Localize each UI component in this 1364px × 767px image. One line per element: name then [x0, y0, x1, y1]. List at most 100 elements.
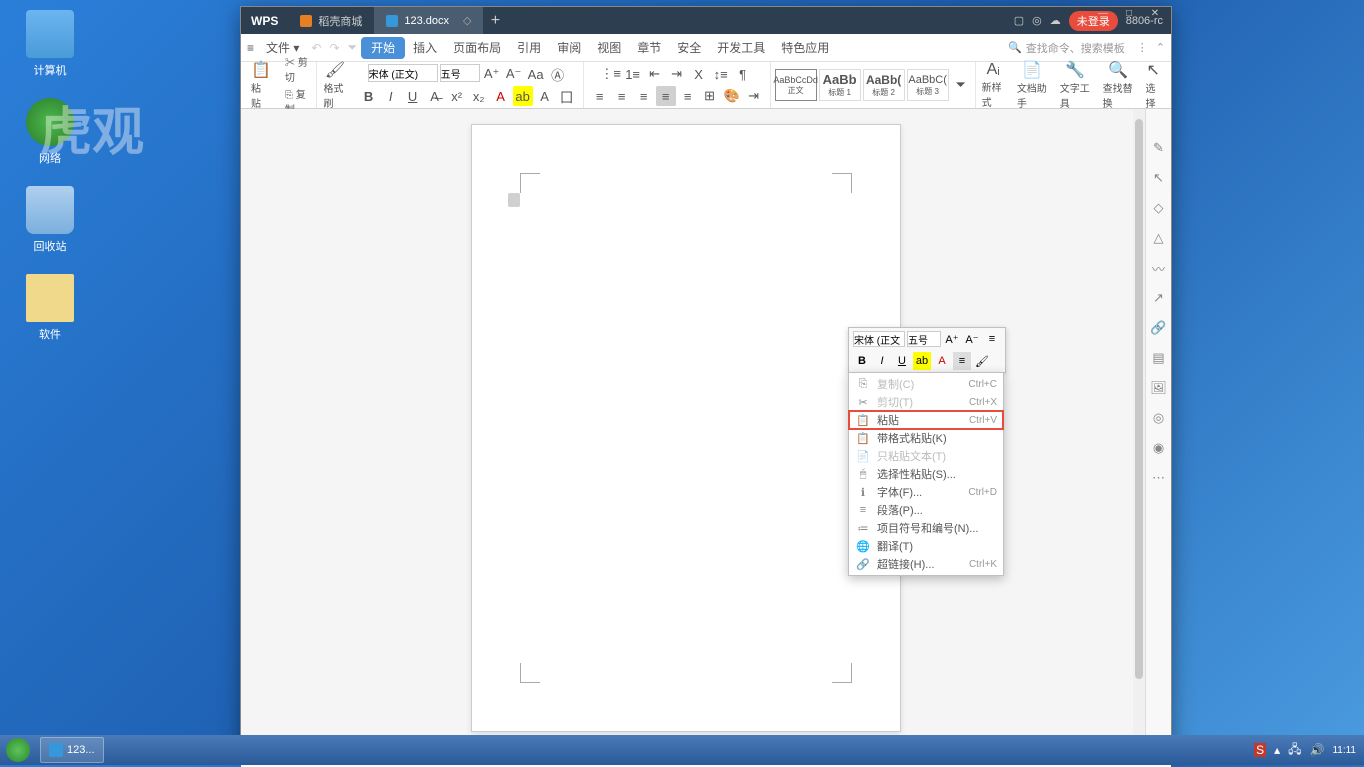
maximize-button[interactable]: □ [1117, 5, 1141, 21]
text-tools-button[interactable]: 🔧 文字工具 [1054, 62, 1097, 108]
qat-dropdown[interactable]: ⏷ [348, 40, 358, 55]
tray-volume-icon[interactable]: 🔊 [1310, 743, 1325, 757]
tray-clock[interactable]: 11:11 [1332, 745, 1356, 756]
align-left-button[interactable]: ≡ [590, 86, 610, 106]
paste-button[interactable]: 📋 粘贴 [245, 62, 277, 108]
menu-bullets-numbering[interactable]: ≔ 项目符号和编号(N)... [849, 519, 1003, 537]
styles-more-button[interactable]: ⏷ [951, 75, 971, 95]
redo-icon[interactable]: ↷ [329, 41, 339, 55]
underline-button[interactable]: U [403, 86, 423, 106]
menu-paste-special[interactable]: 🖱 选择性粘贴(S)... [849, 465, 1003, 483]
superscript-button[interactable]: x² [447, 86, 467, 106]
bullet-list-button[interactable]: ⋮≡ [601, 64, 621, 84]
taskbar-item-wps[interactable]: 123... [40, 737, 104, 763]
side-table-icon[interactable]: ▤ [1150, 349, 1168, 367]
tab-button[interactable]: ⇥ [744, 86, 764, 106]
mini-font-select[interactable] [853, 331, 905, 347]
menu-paragraph[interactable]: ≡ 段落(P)... [849, 501, 1003, 519]
ribbon-tab-featured[interactable]: 特色应用 [773, 34, 837, 62]
mini-underline[interactable]: U [893, 352, 911, 370]
distribute-button[interactable]: ≡ [678, 86, 698, 106]
align-justify-button[interactable]: ≡ [656, 86, 676, 106]
side-shape-icon[interactable]: ◇ [1150, 199, 1168, 217]
doc-helper-button[interactable]: 📄 文档助手 [1011, 62, 1054, 108]
mini-grow-font[interactable]: A⁺ [943, 330, 961, 348]
side-select-icon[interactable]: ↖ [1150, 169, 1168, 187]
select-button[interactable]: ↖ 选择 [1140, 62, 1167, 108]
ribbon-tab-insert[interactable]: 插入 [405, 34, 445, 62]
side-wave-icon[interactable]: 〰 [1150, 259, 1168, 277]
number-list-button[interactable]: 1≡ [623, 64, 643, 84]
help-icon[interactable]: ⋮ [1137, 41, 1148, 54]
italic-button[interactable]: I [381, 86, 401, 106]
tab-document[interactable]: 123.docx ◇ [374, 7, 483, 34]
tab-save-icon[interactable]: ◇ [463, 14, 471, 27]
align-center-button[interactable]: ≡ [612, 86, 632, 106]
decrease-indent-button[interactable]: ⇤ [645, 64, 665, 84]
ribbon-tab-view[interactable]: 视图 [589, 34, 629, 62]
scroll-thumb[interactable] [1135, 119, 1143, 679]
mini-highlight[interactable]: ab [913, 352, 931, 370]
cloud-icon[interactable]: ☁ [1050, 14, 1061, 27]
document-page[interactable] [471, 124, 901, 732]
close-button[interactable]: ✕ [1143, 5, 1167, 21]
undo-icon[interactable]: ↶ [311, 41, 321, 55]
side-more-icon[interactable]: ⋯ [1150, 469, 1168, 487]
vertical-scrollbar[interactable] [1133, 109, 1145, 767]
cut-button[interactable]: ✂ 剪切 [281, 54, 313, 84]
change-case-icon[interactable]: Aa [526, 64, 546, 84]
collapse-ribbon-icon[interactable]: ⌃ [1156, 41, 1165, 54]
bold-button[interactable]: B [359, 86, 379, 106]
char-border-button[interactable]: 囗 [557, 86, 577, 106]
mini-format-painter[interactable]: 🖌 [973, 352, 991, 370]
tab-store[interactable]: 稻壳商城 [288, 7, 374, 34]
side-target-icon[interactable]: ◉ [1150, 439, 1168, 457]
side-image-icon[interactable]: 🖼 [1150, 379, 1168, 397]
font-color-button[interactable]: A [491, 86, 511, 106]
mini-shading[interactable]: ≡ [953, 352, 971, 370]
badge-icon[interactable]: ▢ [1014, 14, 1024, 27]
sort-button[interactable]: X [689, 64, 709, 84]
desktop-icon-recycle[interactable]: 回收站 [10, 186, 90, 254]
tray-flag-icon[interactable]: ▴ [1274, 743, 1280, 757]
font-select[interactable] [368, 64, 438, 82]
format-painter-button[interactable]: 🖌 格式刷 [317, 62, 352, 108]
shading-button[interactable]: 🎨 [722, 86, 742, 106]
char-shading-button[interactable]: A [535, 86, 555, 106]
mini-font-color[interactable]: A [933, 352, 951, 370]
align-right-button[interactable]: ≡ [634, 86, 654, 106]
side-compass-icon[interactable]: ◎ [1150, 409, 1168, 427]
ribbon-tab-security[interactable]: 安全 [669, 34, 709, 62]
start-button[interactable] [0, 735, 36, 765]
strike-button[interactable]: A̶ [425, 86, 445, 106]
new-tab-button[interactable]: + [483, 9, 507, 33]
shrink-font-icon[interactable]: A⁻ [504, 64, 524, 84]
new-style-button[interactable]: Aᵢ 新样式 [976, 62, 1011, 108]
desktop-icon-software[interactable]: 软件 [10, 274, 90, 342]
ribbon-tab-layout[interactable]: 页面布局 [445, 34, 509, 62]
minimize-button[interactable]: — [1091, 5, 1115, 21]
mini-shrink-font[interactable]: A⁻ [963, 330, 981, 348]
find-replace-button[interactable]: 🔍 查找替换 [1097, 62, 1140, 108]
side-link-icon[interactable]: 🔗 [1150, 319, 1168, 337]
clear-format-icon[interactable]: Ⓐ [548, 64, 568, 84]
side-text-icon[interactable]: △ [1150, 229, 1168, 247]
sync-icon[interactable]: ◎ [1032, 14, 1042, 27]
subscript-button[interactable]: x₂ [469, 86, 489, 106]
ribbon-tab-section[interactable]: 章节 [629, 34, 669, 62]
grow-font-icon[interactable]: A⁺ [482, 64, 502, 84]
tray-network-icon[interactable]: 🖧 [1288, 740, 1301, 761]
tray-ime-icon[interactable]: S [1254, 743, 1266, 757]
style-normal[interactable]: AaBbCcDd 正文 [775, 69, 817, 101]
border-button[interactable]: ⊞ [700, 86, 720, 106]
ribbon-tab-home[interactable]: 开始 [361, 37, 405, 59]
menu-font[interactable]: ℹ 字体(F)... Ctrl+D [849, 483, 1003, 501]
line-spacing-button[interactable]: ↕≡ [711, 64, 731, 84]
highlight-button[interactable]: ab [513, 86, 533, 106]
side-edit-icon[interactable]: ✎ [1150, 139, 1168, 157]
style-heading3[interactable]: AaBbC( 标题 3 [907, 69, 949, 101]
ribbon-tab-references[interactable]: 引用 [509, 34, 549, 62]
size-select[interactable] [440, 64, 480, 82]
mini-bold[interactable]: B [853, 352, 871, 370]
menu-paste-formatted[interactable]: 📋 带格式粘贴(K) [849, 429, 1003, 447]
